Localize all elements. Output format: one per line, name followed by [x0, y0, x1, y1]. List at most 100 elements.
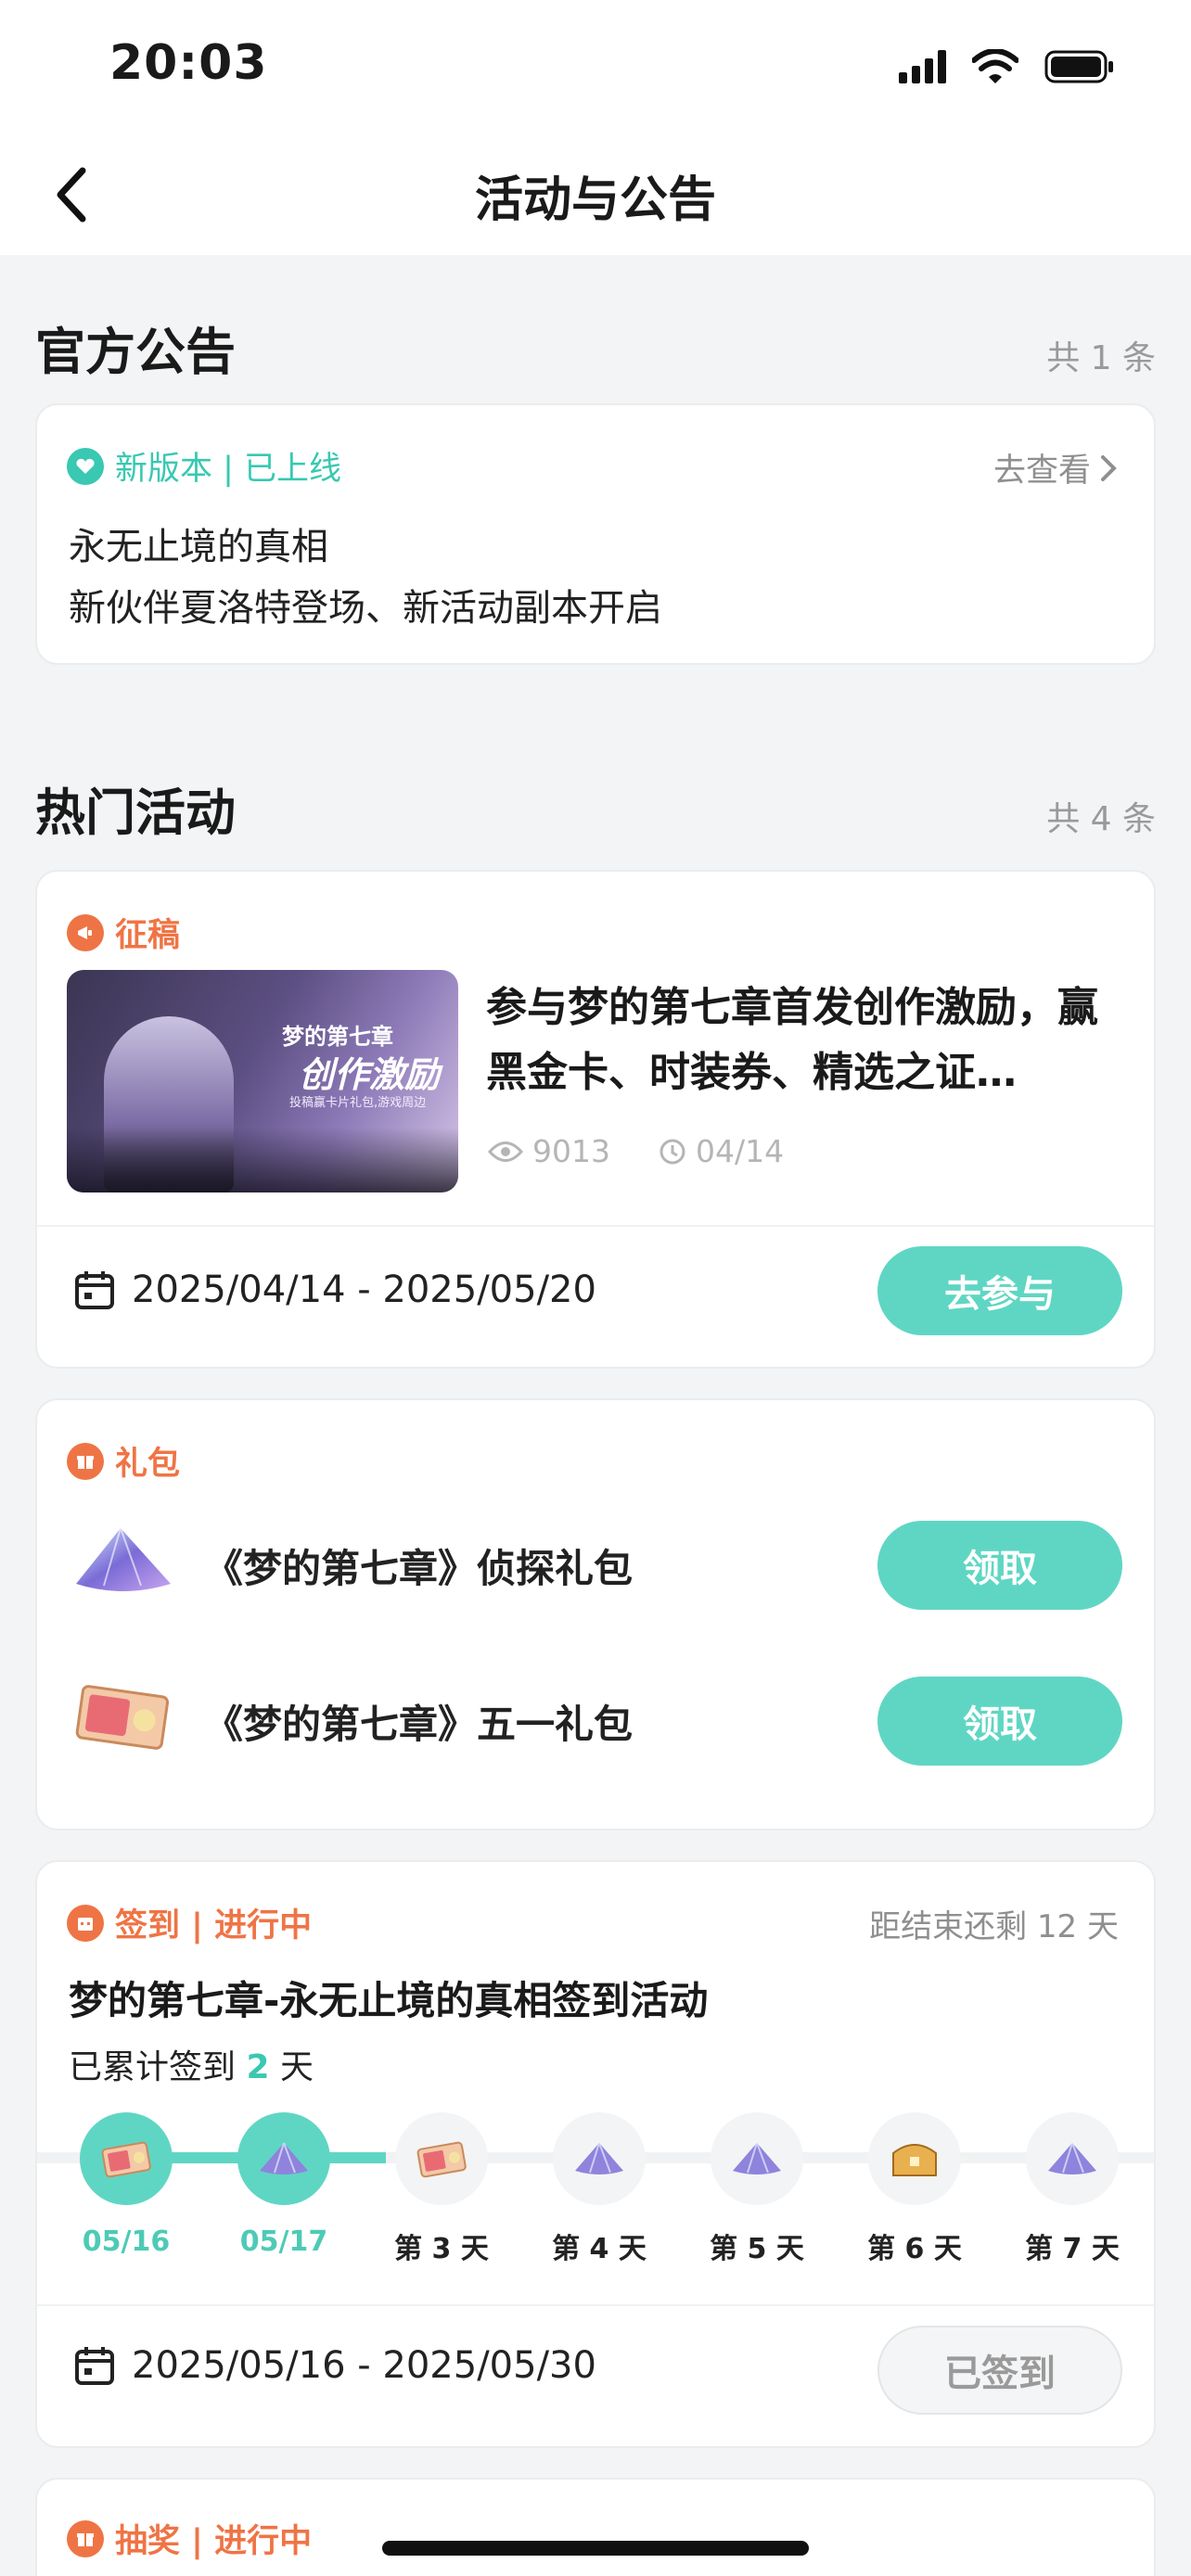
chevron-right-icon	[1101, 454, 1117, 481]
official-count: 共 1 条	[1046, 338, 1156, 377]
status-bar: 20:03	[0, 0, 1191, 134]
checkin-progress-count: 2	[246, 2048, 270, 2086]
submission-meta: 9013 04/14	[488, 1133, 784, 1169]
join-button[interactable]: 去参与	[877, 1246, 1122, 1335]
hot-count: 共 4 条	[1046, 799, 1156, 838]
gift-tag-label: 礼包	[115, 1446, 181, 1483]
home-indicator	[382, 2541, 809, 2556]
status-time: 20:03	[109, 35, 268, 91]
checkin-title: 梦的第七章-永无止境的真相签到活动	[69, 1978, 709, 2023]
checkin-day-label: 第 6 天	[867, 2233, 962, 2265]
checkin-day-label: 第 7 天	[1025, 2233, 1120, 2265]
checkin-tag: 签到 | 进行中	[67, 1899, 312, 1946]
clock-icon	[660, 1139, 685, 1164]
megaphone-icon	[67, 913, 104, 951]
crystal-reward-icon	[733, 2142, 781, 2174]
wifi-icon	[972, 49, 1018, 83]
post-date: 04/14	[695, 1133, 785, 1169]
calendar-badge-icon	[67, 1904, 104, 1942]
lottery-tag: 抽奖 | 进行中	[67, 2515, 312, 2562]
checkin-day: 第 5 天	[710, 2112, 804, 2266]
announcement-desc: 新伙伴夏洛特登场、新活动副本开启	[69, 587, 662, 630]
checkin-date-range: 2025/05/16 - 2025/05/30	[74, 2344, 596, 2387]
submission-date-range: 2025/04/14 - 2025/05/20	[74, 1269, 596, 1311]
view-announcement-link[interactable]: 去查看	[993, 444, 1117, 491]
submission-tag: 征稿	[67, 909, 180, 956]
divider	[37, 2304, 1154, 2306]
gift-card: 礼包 《梦的第七章》侦探礼包 领取 《梦的第七章》五一礼包 领取	[35, 1398, 1156, 1830]
checkin-day: 第 3 天	[394, 2112, 489, 2266]
checkin-day-circle	[1026, 2112, 1119, 2205]
announcement-tag: 新版本 | 已上线	[67, 442, 341, 490]
submission-banner-image[interactable]: 梦的第七章 创作激励 投稿赢卡片礼包,游戏周边	[67, 970, 458, 1192]
submission-title[interactable]: 参与梦的第七章首发创作激励，赢黑金卡、时装券、精选之证…	[486, 976, 1126, 1105]
checkin-day-label: 05/17	[239, 2225, 328, 2258]
crystal-reward-icon	[575, 2142, 623, 2174]
lottery-icon	[67, 2519, 104, 2557]
gift-name: 《梦的第七章》五一礼包	[204, 1702, 634, 1747]
checkin-progress-prefix: 已累计签到	[69, 2048, 247, 2086]
checkin-day: 第 6 天	[867, 2112, 962, 2266]
battery-icon	[1044, 50, 1113, 83]
ticket-reward-icon	[101, 2141, 151, 2178]
calendar-icon	[75, 1271, 114, 1309]
chest-reward-icon	[892, 2144, 937, 2176]
checkin-day: 第 7 天	[1025, 2112, 1120, 2266]
status-icons	[899, 48, 1115, 85]
claim-button[interactable]: 领取	[877, 1521, 1122, 1610]
checkin-range-text: 2025/05/16 - 2025/05/30	[132, 2344, 596, 2387]
gift-icon	[67, 1442, 104, 1480]
banner-line-2: 创作激励	[299, 1053, 441, 1095]
divider	[37, 1225, 1154, 1227]
announcement-headline: 永无止境的真相	[69, 526, 328, 568]
cellular-signal-icon	[899, 50, 946, 83]
checkin-day-label: 05/16	[82, 2225, 171, 2258]
view-count: 9013	[532, 1133, 610, 1169]
checkin-progress: 已累计签到 2 天	[69, 2040, 314, 2088]
checkin-day-label: 第 5 天	[710, 2233, 804, 2265]
ticket-reward-icon	[416, 2141, 467, 2178]
checkin-day-label: 第 4 天	[552, 2233, 647, 2265]
view-announcement-label: 去查看	[992, 453, 1091, 490]
checkin-day-circle	[237, 2112, 330, 2205]
ticket-item-icon	[75, 1685, 170, 1750]
claim-button[interactable]: 领取	[877, 1677, 1122, 1766]
checkin-day: 05/16	[80, 2112, 173, 2258]
checkin-day-circle	[868, 2112, 961, 2205]
checkin-card: 签到 | 进行中 距结束还剩 12 天 梦的第七章-永无止境的真相签到活动 已累…	[35, 1860, 1156, 2448]
calendar-icon	[75, 2347, 114, 2385]
checkin-tag-label: 签到 | 进行中	[115, 1907, 313, 1945]
crystal-reward-icon	[260, 2142, 308, 2174]
heart-badge-icon	[67, 447, 104, 485]
submission-tag-label: 征稿	[115, 917, 181, 954]
submission-range-text: 2025/04/14 - 2025/05/20	[132, 1269, 596, 1311]
banner-line-3: 投稿赢卡片礼包,游戏周边	[289, 1096, 427, 1110]
eye-icon	[488, 1141, 523, 1162]
submission-card[interactable]: 征稿 梦的第七章 创作激励 投稿赢卡片礼包,游戏周边 参与梦的第七章首发创作激励…	[35, 870, 1156, 1369]
checkin-day: 第 4 天	[552, 2112, 647, 2266]
checkin-day-circle	[553, 2112, 646, 2205]
gift-name: 《梦的第七章》侦探礼包	[204, 1546, 634, 1591]
nav-bar: 活动与公告	[0, 134, 1191, 255]
crystal-item-icon	[76, 1527, 171, 1591]
checkin-day-label: 第 3 天	[394, 2233, 489, 2265]
checked-in-button[interactable]: 已签到	[877, 2326, 1122, 2415]
checkin-day-circle	[80, 2112, 173, 2205]
official-section-title: 官方公告	[35, 323, 236, 381]
checkin-progress-suffix: 天	[269, 2048, 314, 2086]
announcement-card[interactable]: 新版本 | 已上线 去查看 永无止境的真相 新伙伴夏洛特登场、新活动副本开启	[35, 403, 1156, 665]
gift-tag: 礼包	[67, 1437, 180, 1485]
lottery-tag-label: 抽奖 | 进行中	[115, 2523, 313, 2560]
checkin-day-circle	[395, 2112, 488, 2205]
announcement-tag-label: 新版本 | 已上线	[115, 451, 342, 488]
page-title: 活动与公告	[474, 172, 716, 228]
lottery-card[interactable]: 抽奖 | 进行中	[35, 2478, 1156, 2576]
hot-section-title: 热门活动	[35, 784, 236, 842]
hot-section-header: 热门活动 共 4 条	[35, 772, 1156, 845]
checkin-day: 05/17	[237, 2112, 330, 2258]
banner-shade	[67, 1128, 458, 1192]
checkin-day-circle	[711, 2112, 803, 2205]
crystal-reward-icon	[1048, 2142, 1096, 2174]
checkin-remaining: 距结束还剩 12 天	[869, 1908, 1119, 1945]
official-section-header: 官方公告 共 1 条	[35, 311, 1156, 384]
